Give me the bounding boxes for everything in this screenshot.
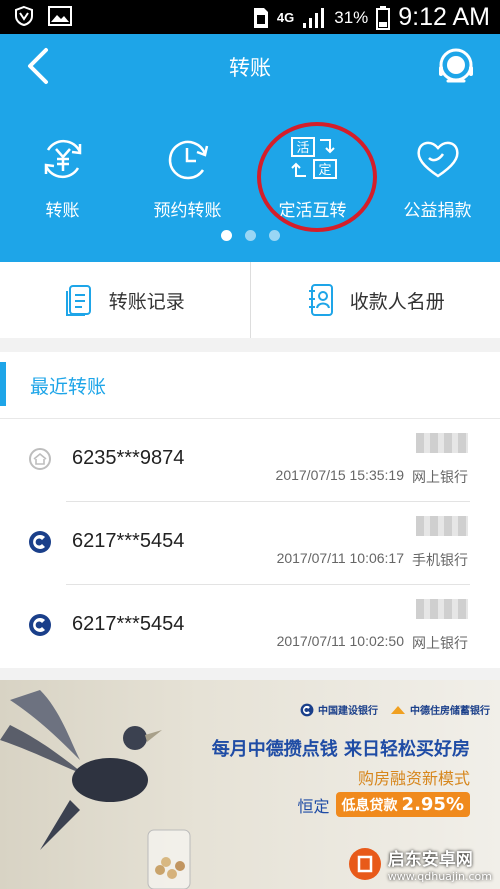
recent-transfers-list: 6235***9874 2017/07/15 15:35:19 网上银行 621… <box>0 418 500 668</box>
page-dot <box>244 230 256 241</box>
generic-bank-icon <box>29 448 51 470</box>
account-number: 6217***5454 <box>72 613 185 635</box>
transfer-channel: 手机银行 <box>412 552 468 568</box>
payee-list-link[interactable]: 收款人名册 <box>251 262 500 338</box>
gallery-icon <box>48 6 72 26</box>
clock-icon <box>168 140 208 180</box>
sim-icon <box>253 7 268 28</box>
quick-action-label: 公益捐款 <box>403 201 472 221</box>
bank1-name: 中国建设银行 <box>318 706 378 717</box>
page-indicator <box>0 230 500 241</box>
document-icon <box>65 285 91 316</box>
page-title: 转账 <box>229 56 271 80</box>
watermark-logo-icon <box>348 848 381 880</box>
battery-percent: 31% <box>334 7 369 27</box>
transfer-datetime: 2017/07/11 10:06:17 <box>276 550 404 566</box>
yuan-transfer-icon <box>44 139 81 179</box>
rate-prefix: 恒定 <box>297 796 330 816</box>
ccb-logo-icon <box>300 703 314 716</box>
page-dot <box>220 230 232 241</box>
account-number: 6235***9874 <box>72 447 185 469</box>
masked-name <box>416 516 468 536</box>
transfer-datetime: 2017/07/15 15:35:19 <box>275 467 404 483</box>
transfer-datetime: 2017/07/11 10:02:50 <box>276 633 404 649</box>
watermark-name: 启东安卓网 <box>387 850 473 870</box>
quick-action-label: 转账 <box>45 201 80 221</box>
customer-service-icon[interactable] <box>434 44 478 88</box>
transfer-channel: 网上银行 <box>412 469 468 485</box>
ccb-icon <box>29 531 51 553</box>
watermark-url: www.qdhuajin.com <box>387 870 492 883</box>
quick-scheduled-transfer[interactable]: 预约转账 <box>125 130 250 221</box>
section-accent-bar <box>0 362 6 406</box>
banner-slogan: 每月中德攒点钱 来日轻松买好房 <box>211 739 470 760</box>
promo-banner[interactable]: 中国建设银行 中德住房储蓄银行 每月中德攒点钱 来日轻松买好房 购房融资新模式 … <box>0 680 500 889</box>
banner-subtitle: 购房融资新模式 <box>357 769 470 788</box>
clock: 9:12 AM <box>398 3 490 31</box>
bird-illustration <box>0 690 191 889</box>
quick-charity-donation[interactable]: 公益捐款 <box>375 130 500 221</box>
watermark: 启东安卓网 www.qdhuajin.com <box>348 845 492 883</box>
account-number: 6217***5454 <box>72 530 185 552</box>
sgb-logo: 中德住房储蓄银行 <box>390 702 490 717</box>
quick-action-label: 预约转账 <box>153 201 222 221</box>
highlight-circle-annotation <box>257 122 377 232</box>
list-item[interactable]: 6217***5454 2017/07/11 10:06:17 手机银行 <box>0 502 500 585</box>
heart-icon <box>416 141 459 178</box>
status-bar: 4G 31% 9:12 AM <box>0 0 500 34</box>
signal-icon <box>303 7 325 28</box>
page-dot <box>268 230 280 241</box>
ccb-logo: 中国建设银行 <box>300 702 378 717</box>
rate-label: 低息贷款 <box>341 798 398 814</box>
transfer-channel: 网上银行 <box>412 635 468 651</box>
masked-name <box>416 433 468 453</box>
shortcut-links: 转账记录 收款人名册 <box>0 262 500 338</box>
transfer-records-link[interactable]: 转账记录 <box>0 262 250 338</box>
rate-badge: 低息贷款 2.95% <box>335 792 470 817</box>
section-title: 最近转账 <box>30 376 107 398</box>
network-type: 4G <box>276 9 295 25</box>
shield-icon <box>15 5 33 27</box>
payee-list-label: 收款人名册 <box>349 290 445 313</box>
recent-transfers-header: 最近转账 <box>0 352 500 418</box>
ccb-icon <box>29 614 51 636</box>
header: 转账 转账 预约转账 活 定 定活互转 公益捐款 <box>0 34 500 262</box>
rate-value: 2.95% <box>401 794 464 815</box>
bank2-name: 中德住房储蓄银行 <box>410 706 490 717</box>
list-item[interactable]: 6235***9874 2017/07/15 15:35:19 网上银行 <box>0 419 500 502</box>
masked-name <box>416 599 468 619</box>
address-book-icon <box>308 284 333 316</box>
transfer-records-label: 转账记录 <box>108 290 185 313</box>
battery-icon <box>376 5 391 30</box>
sgb-logo-icon <box>391 705 405 714</box>
quick-transfer[interactable]: 转账 <box>0 130 125 221</box>
list-item[interactable]: 6217***5454 2017/07/11 10:02:50 网上银行 <box>0 585 500 668</box>
